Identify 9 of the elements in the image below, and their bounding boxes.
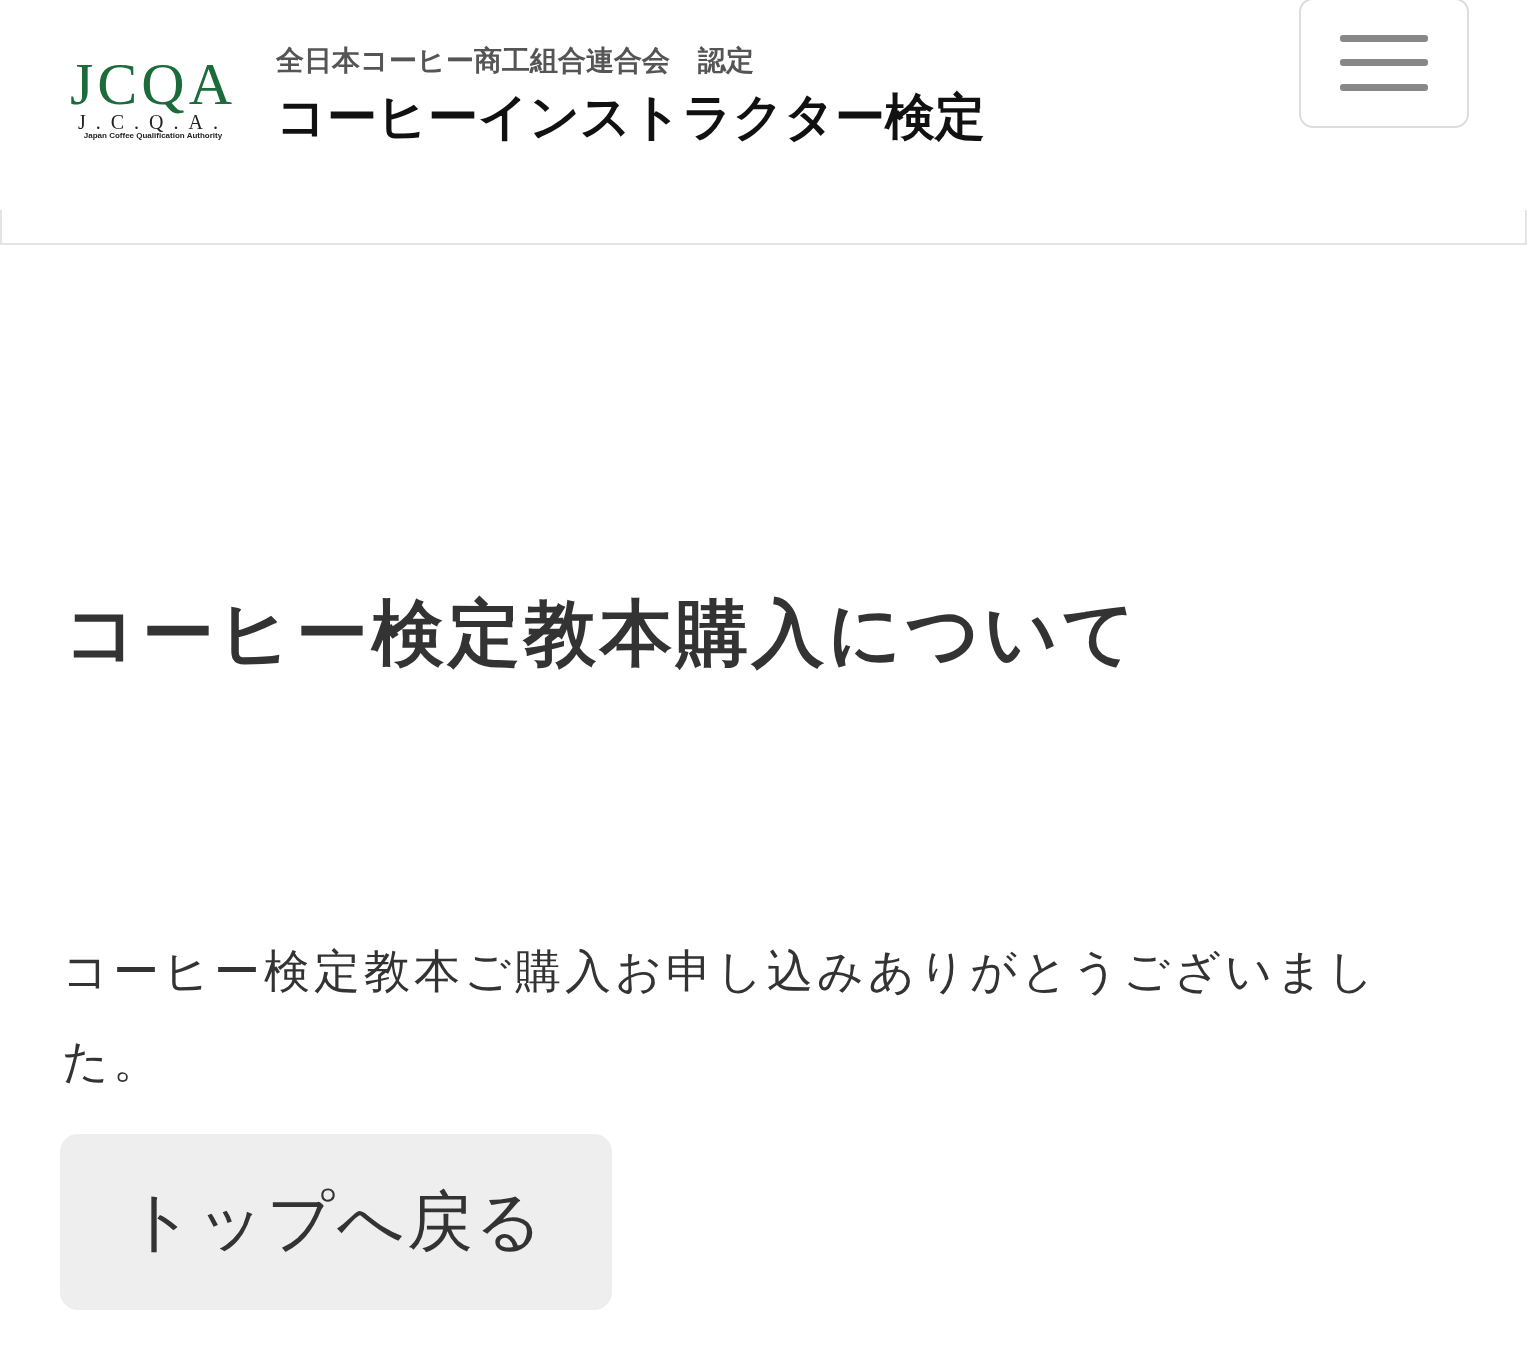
back-to-top-button[interactable]: トップへ戻る — [60, 1134, 612, 1311]
organization-label: 全日本コーヒー商工組合連合会 認定 — [276, 43, 755, 79]
menu-icon — [1340, 35, 1428, 91]
logo-tagline: Japan Coffee Qualification Authority — [83, 131, 223, 140]
page-heading: コーヒー検定教本購入について — [64, 590, 1141, 677]
site-title: コーヒーインストラクター検定 — [276, 87, 985, 148]
logo-letters: JCQA — [70, 53, 236, 114]
thank-you-message: コーヒー検定教本ご購入お申し込みありがとうございました。 — [62, 943, 1379, 1091]
menu-button[interactable] — [1299, 0, 1469, 128]
